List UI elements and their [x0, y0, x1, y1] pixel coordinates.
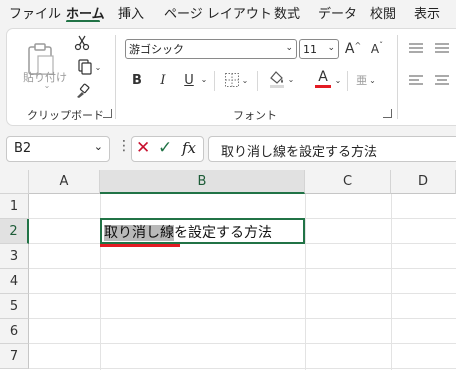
shrink-font-icon: A [370, 42, 380, 56]
ribbon-panel: 貼り付け ⌄ ⌄ クリップボード 游ゴシック ⌄ 11 ⌄ A ^ A ˇ B … [6, 28, 456, 126]
chevron-down-icon: ⌄ [369, 75, 376, 85]
row-header-1[interactable]: 1 [0, 194, 29, 219]
underline-dropdown-chevron-icon[interactable]: ⌄ [199, 72, 209, 86]
align-top-button[interactable] [405, 39, 427, 59]
align-lines-icon [435, 43, 449, 53]
row-header-3[interactable]: 3 [0, 244, 29, 269]
chevron-down-icon: ⌄ [285, 43, 293, 53]
group-divider [115, 35, 116, 119]
column-header-b[interactable]: B [100, 170, 305, 194]
paste-dropdown-chevron-icon[interactable]: ⌄ [41, 80, 53, 90]
name-box-value: B2 [14, 141, 32, 156]
insert-function-button[interactable]: fx [182, 139, 196, 157]
font-color-dropdown-chevron-icon[interactable]: ⌄ [333, 73, 343, 87]
select-all-corner[interactable] [0, 170, 29, 194]
italic-button[interactable]: I [153, 69, 173, 91]
phonetic-icon: 亜 [356, 74, 368, 87]
align-center-button[interactable] [431, 71, 453, 91]
formula-bar: B2 ⌄ ⋮ ✕ ✓ fx 取り消し線を設定する方法 [0, 126, 456, 170]
cell-b2-text[interactable]: 取り消し線を設定する方法 [104, 222, 272, 242]
column-header-d[interactable]: D [391, 170, 456, 194]
tab-data[interactable]: データ [318, 3, 357, 22]
font-size-combo[interactable]: 11 ⌄ [299, 39, 339, 59]
align-middle-button[interactable] [431, 39, 453, 59]
align-lines-icon [409, 43, 423, 53]
align-center-icon [435, 75, 449, 85]
font-color-icon: A [318, 69, 328, 85]
red-underline-annotation [100, 244, 180, 247]
fill-color-button[interactable]: ⌄ [263, 67, 299, 91]
row-header-2[interactable]: 2 [0, 219, 29, 244]
more-options-icon[interactable]: ⋮ [117, 138, 131, 154]
chevron-down-icon: ⌄ [93, 140, 103, 153]
group-divider [397, 35, 398, 119]
row-header-5[interactable]: 5 [0, 294, 29, 319]
font-color-bar [315, 85, 331, 88]
font-group-label: フォント [233, 109, 277, 122]
font-name-combo[interactable]: 游ゴシック ⌄ [125, 39, 297, 59]
underline-button[interactable]: U [179, 69, 199, 91]
grow-font-icon: A [344, 41, 355, 57]
row-header-4[interactable]: 4 [0, 269, 29, 294]
font-name-value: 游ゴシック [129, 43, 184, 56]
cancel-icon[interactable]: ✕ [136, 138, 150, 158]
borders-button[interactable]: ⌄ [219, 69, 253, 91]
ribbon-tab-bar: ファイル ホーム 挿入 ページ レイアウト 数式 データ 校閲 表示 [0, 0, 456, 23]
unselected-text: を設定する方法 [174, 225, 272, 241]
divider [347, 71, 348, 91]
grow-font-button[interactable]: A ^ [343, 38, 363, 60]
tab-file[interactable]: ファイル [9, 3, 61, 22]
row-header-6[interactable]: 6 [0, 319, 29, 344]
chevron-down-icon: ⌄ [94, 62, 102, 72]
divider [257, 71, 258, 91]
font-size-value: 11 [303, 42, 317, 56]
format-painter-button[interactable] [71, 81, 93, 101]
row-header-7[interactable]: 7 [0, 344, 29, 369]
tab-insert[interactable]: 挿入 [118, 3, 144, 22]
column-header-a[interactable]: A [29, 170, 100, 194]
column-header-c[interactable]: C [305, 170, 391, 194]
tab-review[interactable]: 校閲 [370, 3, 396, 22]
gridline [29, 343, 456, 344]
ribbon: 貼り付け ⌄ ⌄ クリップボード 游ゴシック ⌄ 11 ⌄ A ^ A ˇ B … [0, 22, 456, 126]
chevron-down-icon: ⌄ [287, 74, 295, 84]
gridline [29, 318, 456, 319]
cut-button[interactable] [71, 33, 93, 53]
formula-buttons: ✕ ✓ fx [131, 136, 204, 162]
shrink-font-button[interactable]: Aˇ [367, 38, 387, 60]
clipboard-launcher-icon[interactable] [103, 109, 112, 118]
formula-input[interactable]: 取り消し線を設定する方法 [208, 136, 456, 162]
scissors-icon [74, 35, 90, 51]
gridline [29, 368, 456, 369]
divider [214, 71, 215, 91]
copy-button[interactable]: ⌄ [71, 57, 107, 77]
bold-button[interactable]: B [127, 69, 147, 91]
chevron-down-icon: ⌄ [327, 43, 335, 53]
border-icon [224, 73, 239, 87]
font-launcher-icon[interactable] [383, 109, 392, 118]
tab-formulas[interactable]: 数式 [274, 3, 300, 22]
tab-page-layout[interactable]: ページ レイアウト [164, 3, 272, 22]
chevron-down-icon: ⌄ [241, 75, 249, 85]
align-left-button[interactable] [405, 71, 427, 91]
gridline [29, 268, 456, 269]
selected-text: 取り消し線 [104, 225, 174, 241]
tab-view[interactable]: 表示 [414, 3, 440, 22]
worksheet-grid: A B C D 1 2 3 4 5 6 7 取り消し線を設定する方法 [0, 170, 456, 370]
clipboard-group-label: クリップボード [27, 109, 104, 122]
enter-check-icon[interactable]: ✓ [158, 138, 172, 158]
copy-icon [78, 59, 92, 75]
align-left-icon [409, 75, 423, 85]
gridline [29, 293, 456, 294]
phonetic-guide-button[interactable]: 亜 ⌄ [351, 69, 381, 91]
paint-bucket-icon [269, 71, 284, 88]
format-painter-icon [77, 83, 90, 98]
name-box[interactable]: B2 ⌄ [6, 136, 110, 162]
